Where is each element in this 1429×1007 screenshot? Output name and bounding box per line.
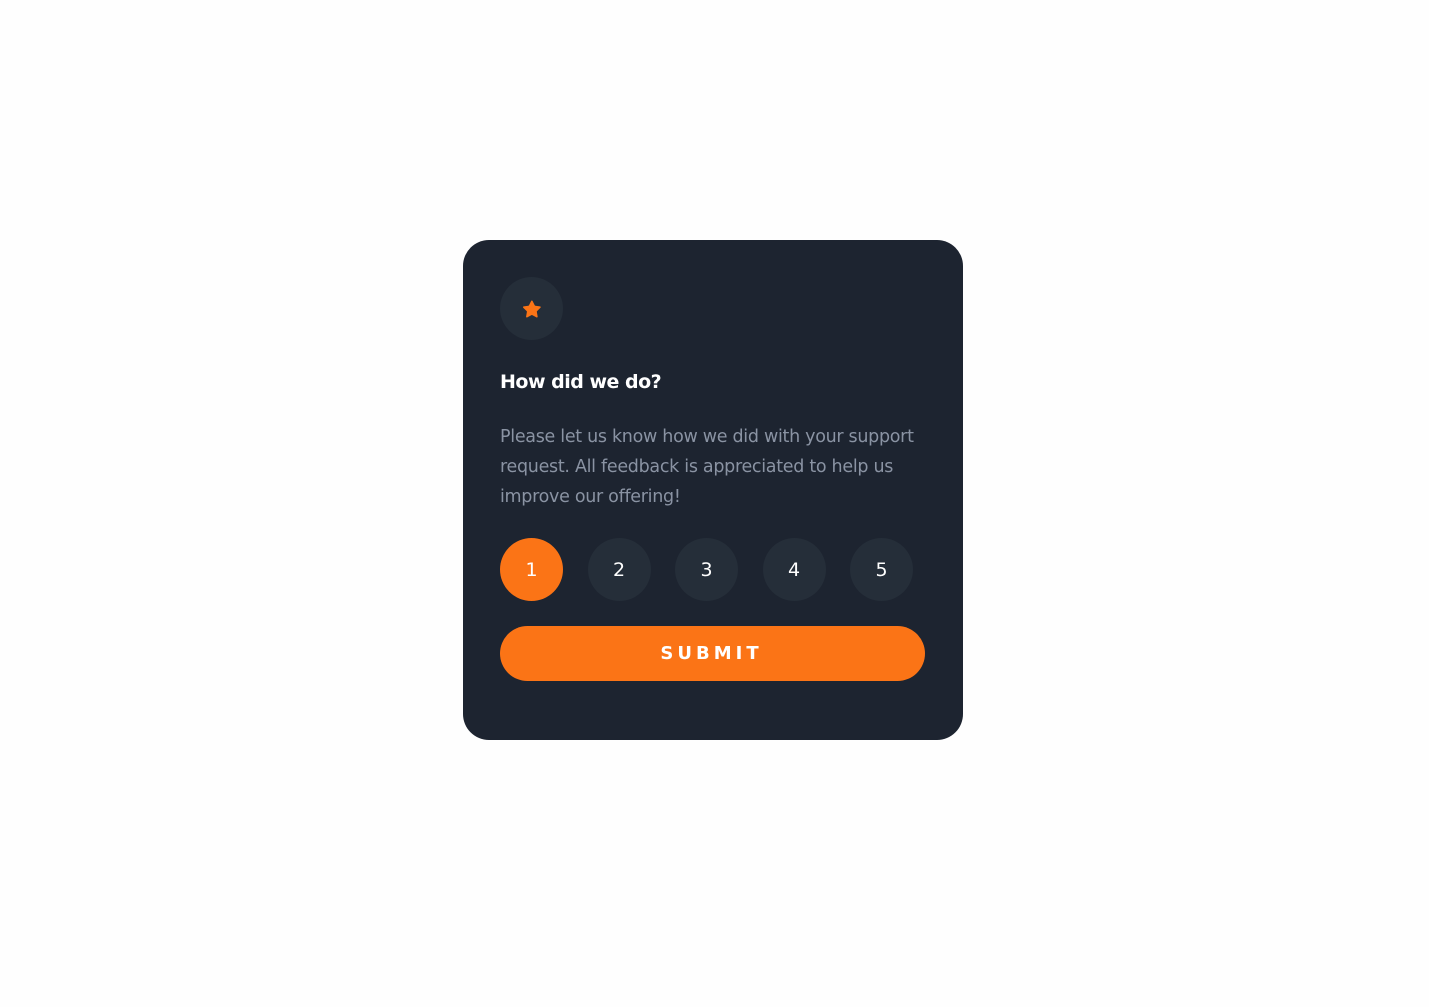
rating-option-2[interactable]: 2 bbox=[587, 538, 651, 601]
rating-option-5[interactable]: 5 bbox=[850, 538, 913, 601]
card-title: How did we do? bbox=[500, 371, 662, 393]
card-description: Please let us know how we did with your … bbox=[500, 427, 914, 507]
rating-option-4[interactable]: 4 bbox=[762, 538, 826, 601]
submit-button[interactable]: SUBMIT bbox=[500, 626, 925, 681]
star-icon bbox=[522, 300, 541, 317]
rating-card: How did we do? Please let us know how we… bbox=[463, 240, 963, 740]
rating-option-1[interactable]: 1 bbox=[500, 538, 563, 601]
star-badge bbox=[500, 277, 563, 340]
rating-option-3[interactable]: 3 bbox=[675, 538, 738, 601]
rating-options: 1 2 3 4 5 bbox=[500, 538, 926, 601]
